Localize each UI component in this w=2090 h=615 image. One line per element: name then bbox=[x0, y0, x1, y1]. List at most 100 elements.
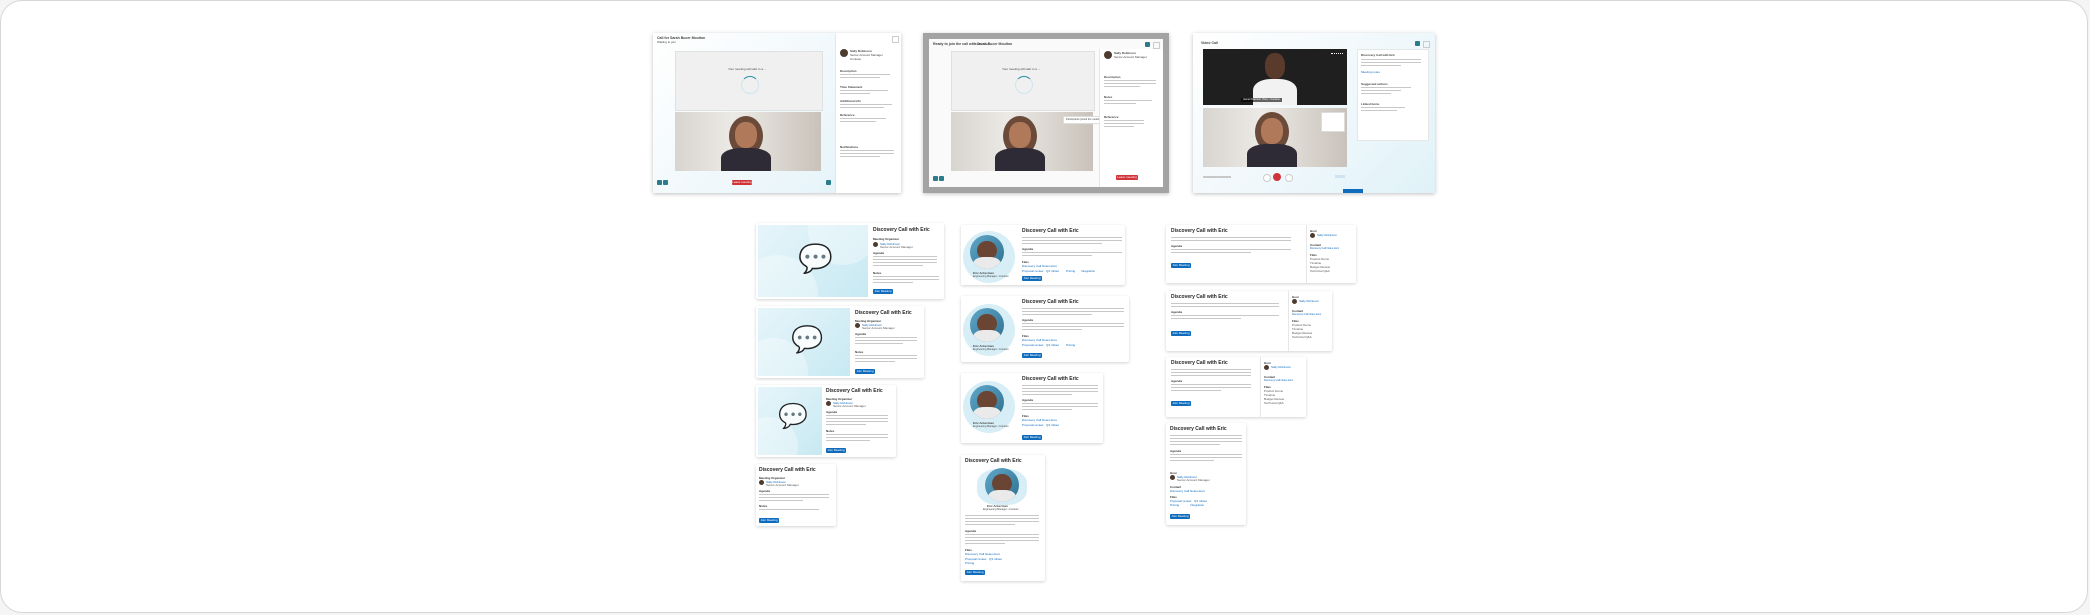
hero-illustration: 💬 bbox=[756, 387, 822, 457]
close-icon[interactable] bbox=[892, 36, 899, 43]
file-link[interactable]: Discovery Call Notes.docx bbox=[1022, 338, 1057, 342]
agenda-label: Agenda bbox=[1022, 398, 1034, 402]
notes-text bbox=[759, 509, 829, 512]
section-text bbox=[840, 74, 890, 80]
share-button[interactable] bbox=[826, 180, 831, 185]
file-link[interactable]: Discovery Call Notes.docx bbox=[1022, 418, 1057, 422]
participant-face bbox=[1261, 118, 1283, 144]
section-label: Reference bbox=[1104, 115, 1119, 119]
section-label: Linked items bbox=[1361, 102, 1380, 106]
mic-button[interactable] bbox=[657, 180, 662, 185]
avatar bbox=[873, 242, 878, 247]
organizer-name[interactable]: Sally Robinson bbox=[1299, 299, 1319, 303]
contact-detail: Contoso bbox=[850, 57, 862, 61]
join-meeting-button[interactable]: Join Meeting bbox=[1170, 514, 1190, 519]
mic-button[interactable] bbox=[933, 176, 938, 181]
join-meeting-button[interactable]: Join Meeting bbox=[965, 570, 985, 575]
tag-chip[interactable]: Proposal review bbox=[1022, 269, 1043, 273]
organizer-role: Senior Account Manager bbox=[1177, 478, 1210, 482]
join-meeting-button[interactable]: Join Meeting bbox=[873, 289, 893, 294]
close-icon[interactable] bbox=[1153, 42, 1160, 49]
agenda-label: Agenda bbox=[965, 529, 977, 533]
notes-label: Notes bbox=[855, 350, 864, 354]
end-call-button[interactable] bbox=[1273, 173, 1281, 181]
tag-chip[interactable]: Proposal review bbox=[1022, 343, 1043, 347]
tag-chip[interactable]: Pricing bbox=[965, 561, 974, 565]
meeting-notes-link[interactable]: Meeting notes bbox=[1361, 70, 1380, 74]
card-side-panel: Host Sally Robinson Contact Discovery Ca… bbox=[1288, 291, 1332, 351]
avatar bbox=[1104, 51, 1112, 59]
join-meeting-button[interactable]: Join Meeting bbox=[1171, 263, 1191, 268]
join-meeting-button[interactable]: Join Meeting bbox=[1022, 435, 1042, 440]
contact-role: Senior Account Manager bbox=[1114, 55, 1147, 59]
organizer-name[interactable]: Sally Robinson bbox=[1317, 233, 1337, 237]
description-text bbox=[1171, 303, 1279, 309]
avatar bbox=[1264, 365, 1269, 370]
avatar bbox=[759, 480, 764, 485]
tag-chip[interactable]: Integration bbox=[1081, 269, 1095, 273]
participant-body bbox=[721, 148, 771, 171]
card-title: Discovery Call with Eric bbox=[1171, 228, 1228, 234]
camera-button[interactable] bbox=[663, 180, 668, 185]
join-meeting-button[interactable]: Join Meeting bbox=[855, 369, 875, 374]
agenda-text bbox=[759, 494, 829, 503]
contact-link[interactable]: Discovery Call Notes.docx bbox=[1292, 313, 1321, 317]
agenda-text bbox=[1170, 454, 1242, 463]
meeting-card: Eric Ackerman Engineering Manager • Cont… bbox=[961, 373, 1103, 443]
card-title: Discovery Call with Eric bbox=[873, 227, 930, 233]
section-label: Additional info bbox=[840, 99, 861, 103]
join-meeting-button[interactable]: Join Meeting bbox=[1171, 401, 1191, 406]
join-meeting-button[interactable]: Join Meeting bbox=[1022, 276, 1042, 281]
camera-button[interactable] bbox=[939, 176, 944, 181]
loading-text: Your meeting will start in a ... bbox=[728, 67, 767, 71]
leave-meeting-button[interactable]: Leave meeting bbox=[732, 180, 752, 185]
status-indicator bbox=[1335, 175, 1345, 178]
tag-chip[interactable]: Q3 rollout bbox=[1046, 269, 1059, 273]
tag-item: Technical Q&A bbox=[1292, 335, 1312, 339]
mic-button[interactable] bbox=[1263, 174, 1271, 182]
avatar bbox=[855, 323, 860, 328]
agenda-text bbox=[855, 337, 917, 346]
section-label: Suggested actions bbox=[1361, 82, 1388, 86]
details-sidebar: Sally Robinson Senior Account Manager Co… bbox=[835, 33, 901, 193]
person-role: Engineering Manager • Contoso bbox=[973, 275, 1009, 278]
notes-text bbox=[826, 434, 888, 443]
join-meeting-button[interactable]: Join Meeting bbox=[826, 448, 846, 453]
call-status: Call ended bbox=[975, 42, 990, 46]
tag-chip[interactable]: Pricing bbox=[1170, 503, 1179, 507]
agenda-label: Agenda bbox=[1022, 318, 1034, 322]
join-meeting-button[interactable]: Join Meeting bbox=[1171, 331, 1191, 336]
agenda-label: Agenda bbox=[826, 410, 838, 414]
leave-meeting-button[interactable]: Leave meeting bbox=[1116, 175, 1138, 180]
close-icon[interactable] bbox=[1423, 41, 1430, 48]
tag-chip[interactable]: Q3 rollout bbox=[1046, 423, 1059, 427]
tag-chip[interactable]: Q3 rollout bbox=[989, 557, 1002, 561]
section-label: Notifications bbox=[840, 145, 859, 149]
join-meeting-button[interactable]: Join Meeting bbox=[1022, 353, 1042, 358]
file-link[interactable]: Discovery Call Notes.docx bbox=[1022, 264, 1057, 268]
tag-chip[interactable]: Pricing bbox=[1066, 269, 1075, 273]
call-frame-waiting: Call for Sarah Bucer Moulton Waiting to … bbox=[653, 33, 901, 193]
tag-chip[interactable]: Integration bbox=[1190, 503, 1204, 507]
camera-button[interactable] bbox=[1285, 174, 1293, 182]
meeting-card: Discovery Call with Eric Agenda Join Mee… bbox=[1166, 291, 1332, 351]
more-options-icon[interactable] bbox=[1331, 53, 1343, 57]
avatar bbox=[1170, 475, 1175, 480]
tag-chip[interactable]: Q3 rollout bbox=[1046, 343, 1059, 347]
person-role: Engineering Manager • Contoso bbox=[973, 425, 1009, 428]
agenda-label: Agenda bbox=[1171, 244, 1183, 248]
meeting-card: Discovery Call with Eric Meeting Organiz… bbox=[756, 464, 836, 526]
join-meeting-button[interactable]: Join Meeting bbox=[759, 518, 779, 523]
contact-link[interactable]: Discovery Call Notes.docx bbox=[1264, 379, 1293, 383]
expand-button[interactable] bbox=[1415, 41, 1420, 46]
tag-chip[interactable]: Pricing bbox=[1066, 343, 1075, 347]
local-caption bbox=[1203, 176, 1231, 178]
contact-link[interactable]: Discovery Call Notes.docx bbox=[1170, 489, 1205, 493]
contact-link[interactable]: Discovery Call Notes.docx bbox=[1310, 247, 1339, 251]
card-title: Discovery Call with Eric bbox=[855, 310, 912, 316]
file-link[interactable]: Discovery Call Notes.docx bbox=[965, 552, 1000, 556]
card-title: Discovery Call with Eric bbox=[1171, 294, 1228, 300]
tag-chip[interactable]: Proposal review bbox=[1022, 423, 1043, 427]
organizer-name[interactable]: Sally Robinson bbox=[1271, 365, 1291, 369]
expand-button[interactable] bbox=[1145, 42, 1150, 47]
